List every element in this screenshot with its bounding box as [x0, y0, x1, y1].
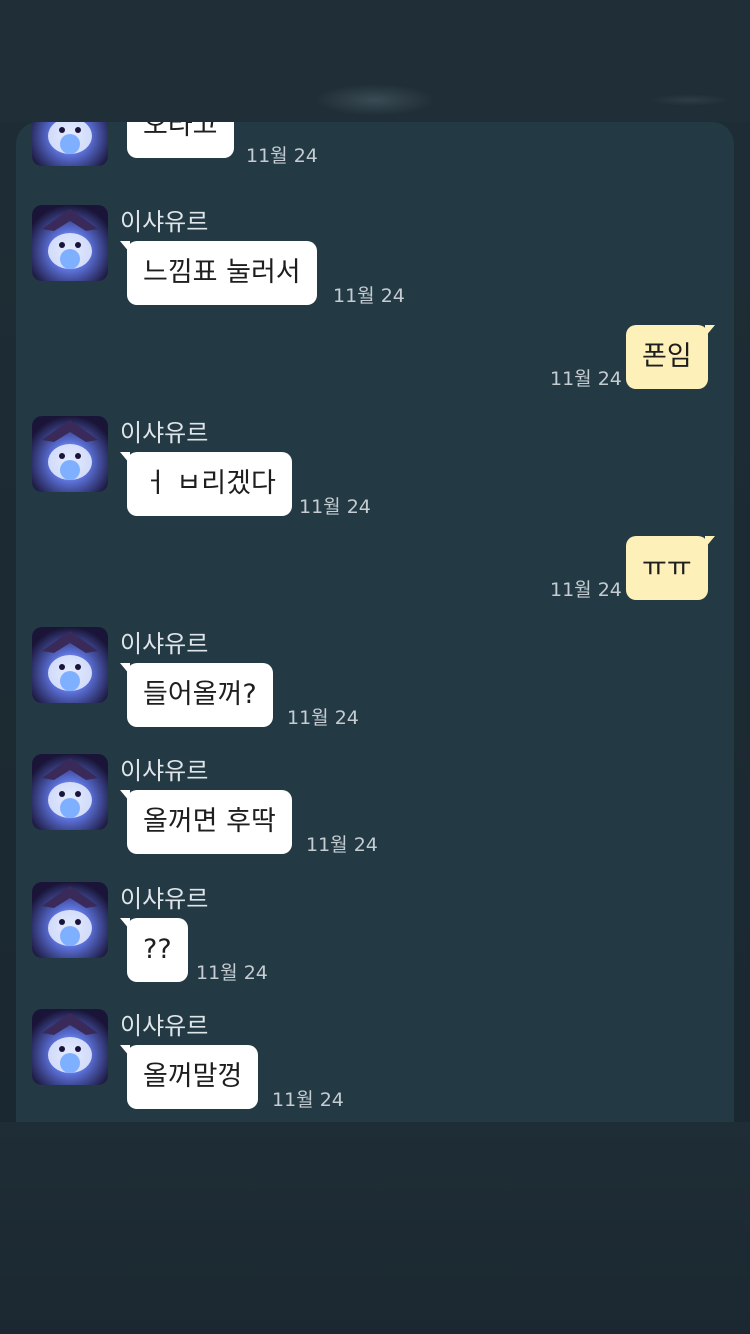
message-bubble[interactable]: ?? — [120, 918, 188, 982]
avatar[interactable] — [32, 416, 108, 492]
message-text: 들어올꺼? — [143, 679, 257, 710]
poro-avatar-icon — [32, 122, 108, 166]
message-bubble[interactable]: 올꺼면 후딱 — [120, 790, 292, 854]
message-text: 느낌표 눌러서 — [143, 257, 301, 288]
message-text: 올꺼면 후딱 — [143, 806, 276, 837]
message-timestamp: 11월 24 — [246, 145, 318, 167]
message-bubble[interactable]: 들어올꺼? — [120, 663, 273, 727]
message-timestamp: 11월 24 — [272, 1089, 344, 1111]
sender-name: 이샤유르 — [120, 757, 209, 785]
message-bubble[interactable]: ㅓ ㅂ리겠다 — [120, 452, 292, 516]
message-text: ?? — [143, 934, 172, 965]
message-text: 폰임 — [642, 341, 692, 372]
message-bubble[interactable]: 느낌표 눌러서 — [120, 241, 317, 305]
poro-avatar-icon — [32, 627, 108, 703]
poro-avatar-icon — [32, 754, 108, 830]
sender-name: 이샤유르 — [120, 630, 209, 658]
message-timestamp: 11월 24 — [306, 834, 378, 856]
message-timestamp: 11월 24 — [333, 285, 405, 307]
message-bubble[interactable]: ㅠㅠ — [626, 536, 715, 600]
message-text: 올꺼말껑 — [143, 1061, 243, 1092]
poro-avatar-icon — [32, 1009, 108, 1085]
message-text: ㅠㅠ — [642, 552, 692, 583]
message-timestamp: 11월 24 — [196, 962, 268, 984]
message-timestamp: 11월 24 — [550, 368, 622, 390]
message-timestamp: 11월 24 — [299, 496, 371, 518]
sender-name: 이샤유르 — [120, 208, 209, 236]
poro-avatar-icon — [32, 416, 108, 492]
message-timestamp: 11월 24 — [550, 579, 622, 601]
poro-avatar-icon — [32, 882, 108, 958]
avatar[interactable] — [32, 754, 108, 830]
blurred-footer-background — [0, 1122, 750, 1334]
avatar[interactable] — [32, 627, 108, 703]
poro-avatar-icon — [32, 205, 108, 281]
message-text: 오라고 — [143, 122, 218, 141]
sender-name: 이샤유르 — [120, 1012, 209, 1040]
avatar[interactable] — [32, 882, 108, 958]
avatar[interactable] — [32, 1009, 108, 1085]
message-bubble[interactable]: 올꺼말껑 — [119, 1045, 259, 1109]
avatar[interactable] — [32, 122, 108, 166]
sender-name: 이샤유르 — [120, 419, 209, 447]
chat-panel: 오라고 11월 24 이샤유르 느낌표 눌러서 11월 24 11월 24 폰임 — [16, 122, 734, 1122]
message-text: ㅓ ㅂ리겠다 — [143, 468, 276, 499]
message-bubble[interactable]: 폰임 — [626, 325, 715, 389]
message-bubble[interactable]: 오라고 — [127, 122, 234, 158]
message-timestamp: 11월 24 — [287, 707, 359, 729]
blurred-header-background — [0, 0, 750, 122]
avatar[interactable] — [32, 205, 108, 281]
sender-name: 이샤유르 — [120, 885, 209, 913]
